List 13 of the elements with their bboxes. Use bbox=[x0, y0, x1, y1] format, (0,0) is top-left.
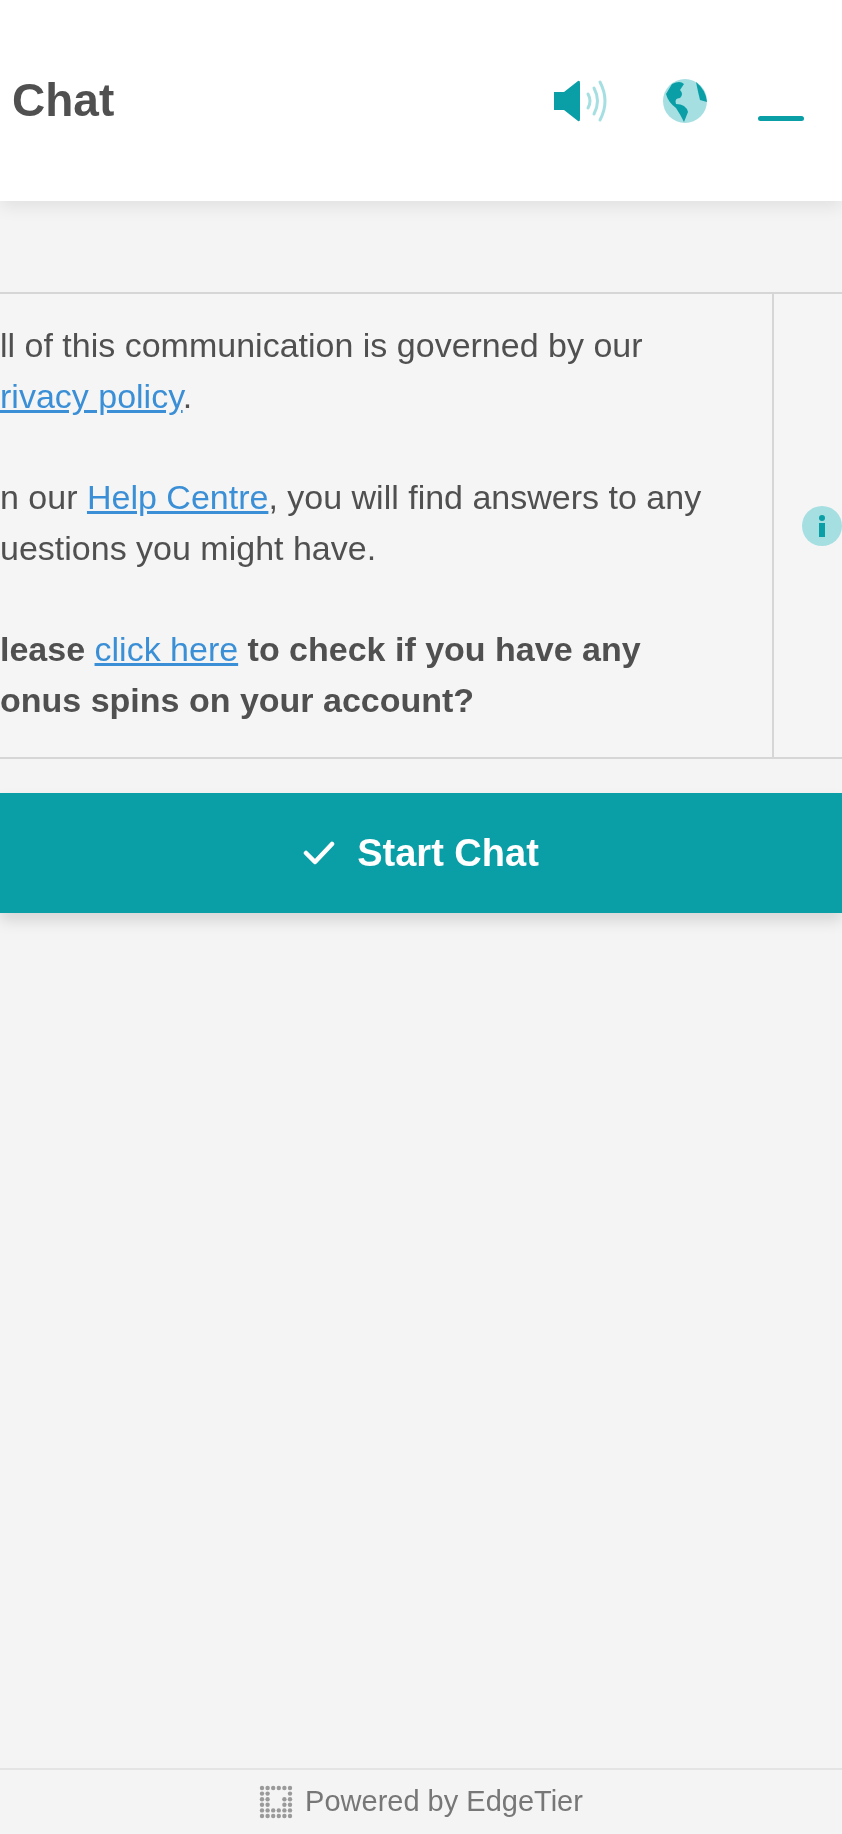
notice-paragraph: ll of this communication is governed by our rivacy policy. bbox=[0, 325, 644, 417]
notice-paragraph: lease click here to check if you have any onus spins on your account? bbox=[0, 629, 642, 721]
text-link[interactable]: click here bbox=[94, 630, 239, 668]
dotted-logo-icon bbox=[259, 1785, 294, 1819]
globe-icon[interactable] bbox=[662, 77, 708, 124]
start-chat-button[interactable]: Start Chat bbox=[0, 793, 842, 913]
notice-paragraph: n our Help Centre, you will find answers to any uestions you might have. bbox=[0, 477, 703, 569]
powered-by-text: Powered by EdgeTier bbox=[305, 1784, 583, 1820]
text-link[interactable]: rivacy policy bbox=[0, 377, 183, 415]
chat-title: Chat bbox=[12, 73, 115, 128]
check-icon bbox=[303, 840, 336, 866]
info-icon[interactable] bbox=[802, 505, 842, 546]
text-link[interactable]: Help Centre bbox=[86, 478, 269, 516]
